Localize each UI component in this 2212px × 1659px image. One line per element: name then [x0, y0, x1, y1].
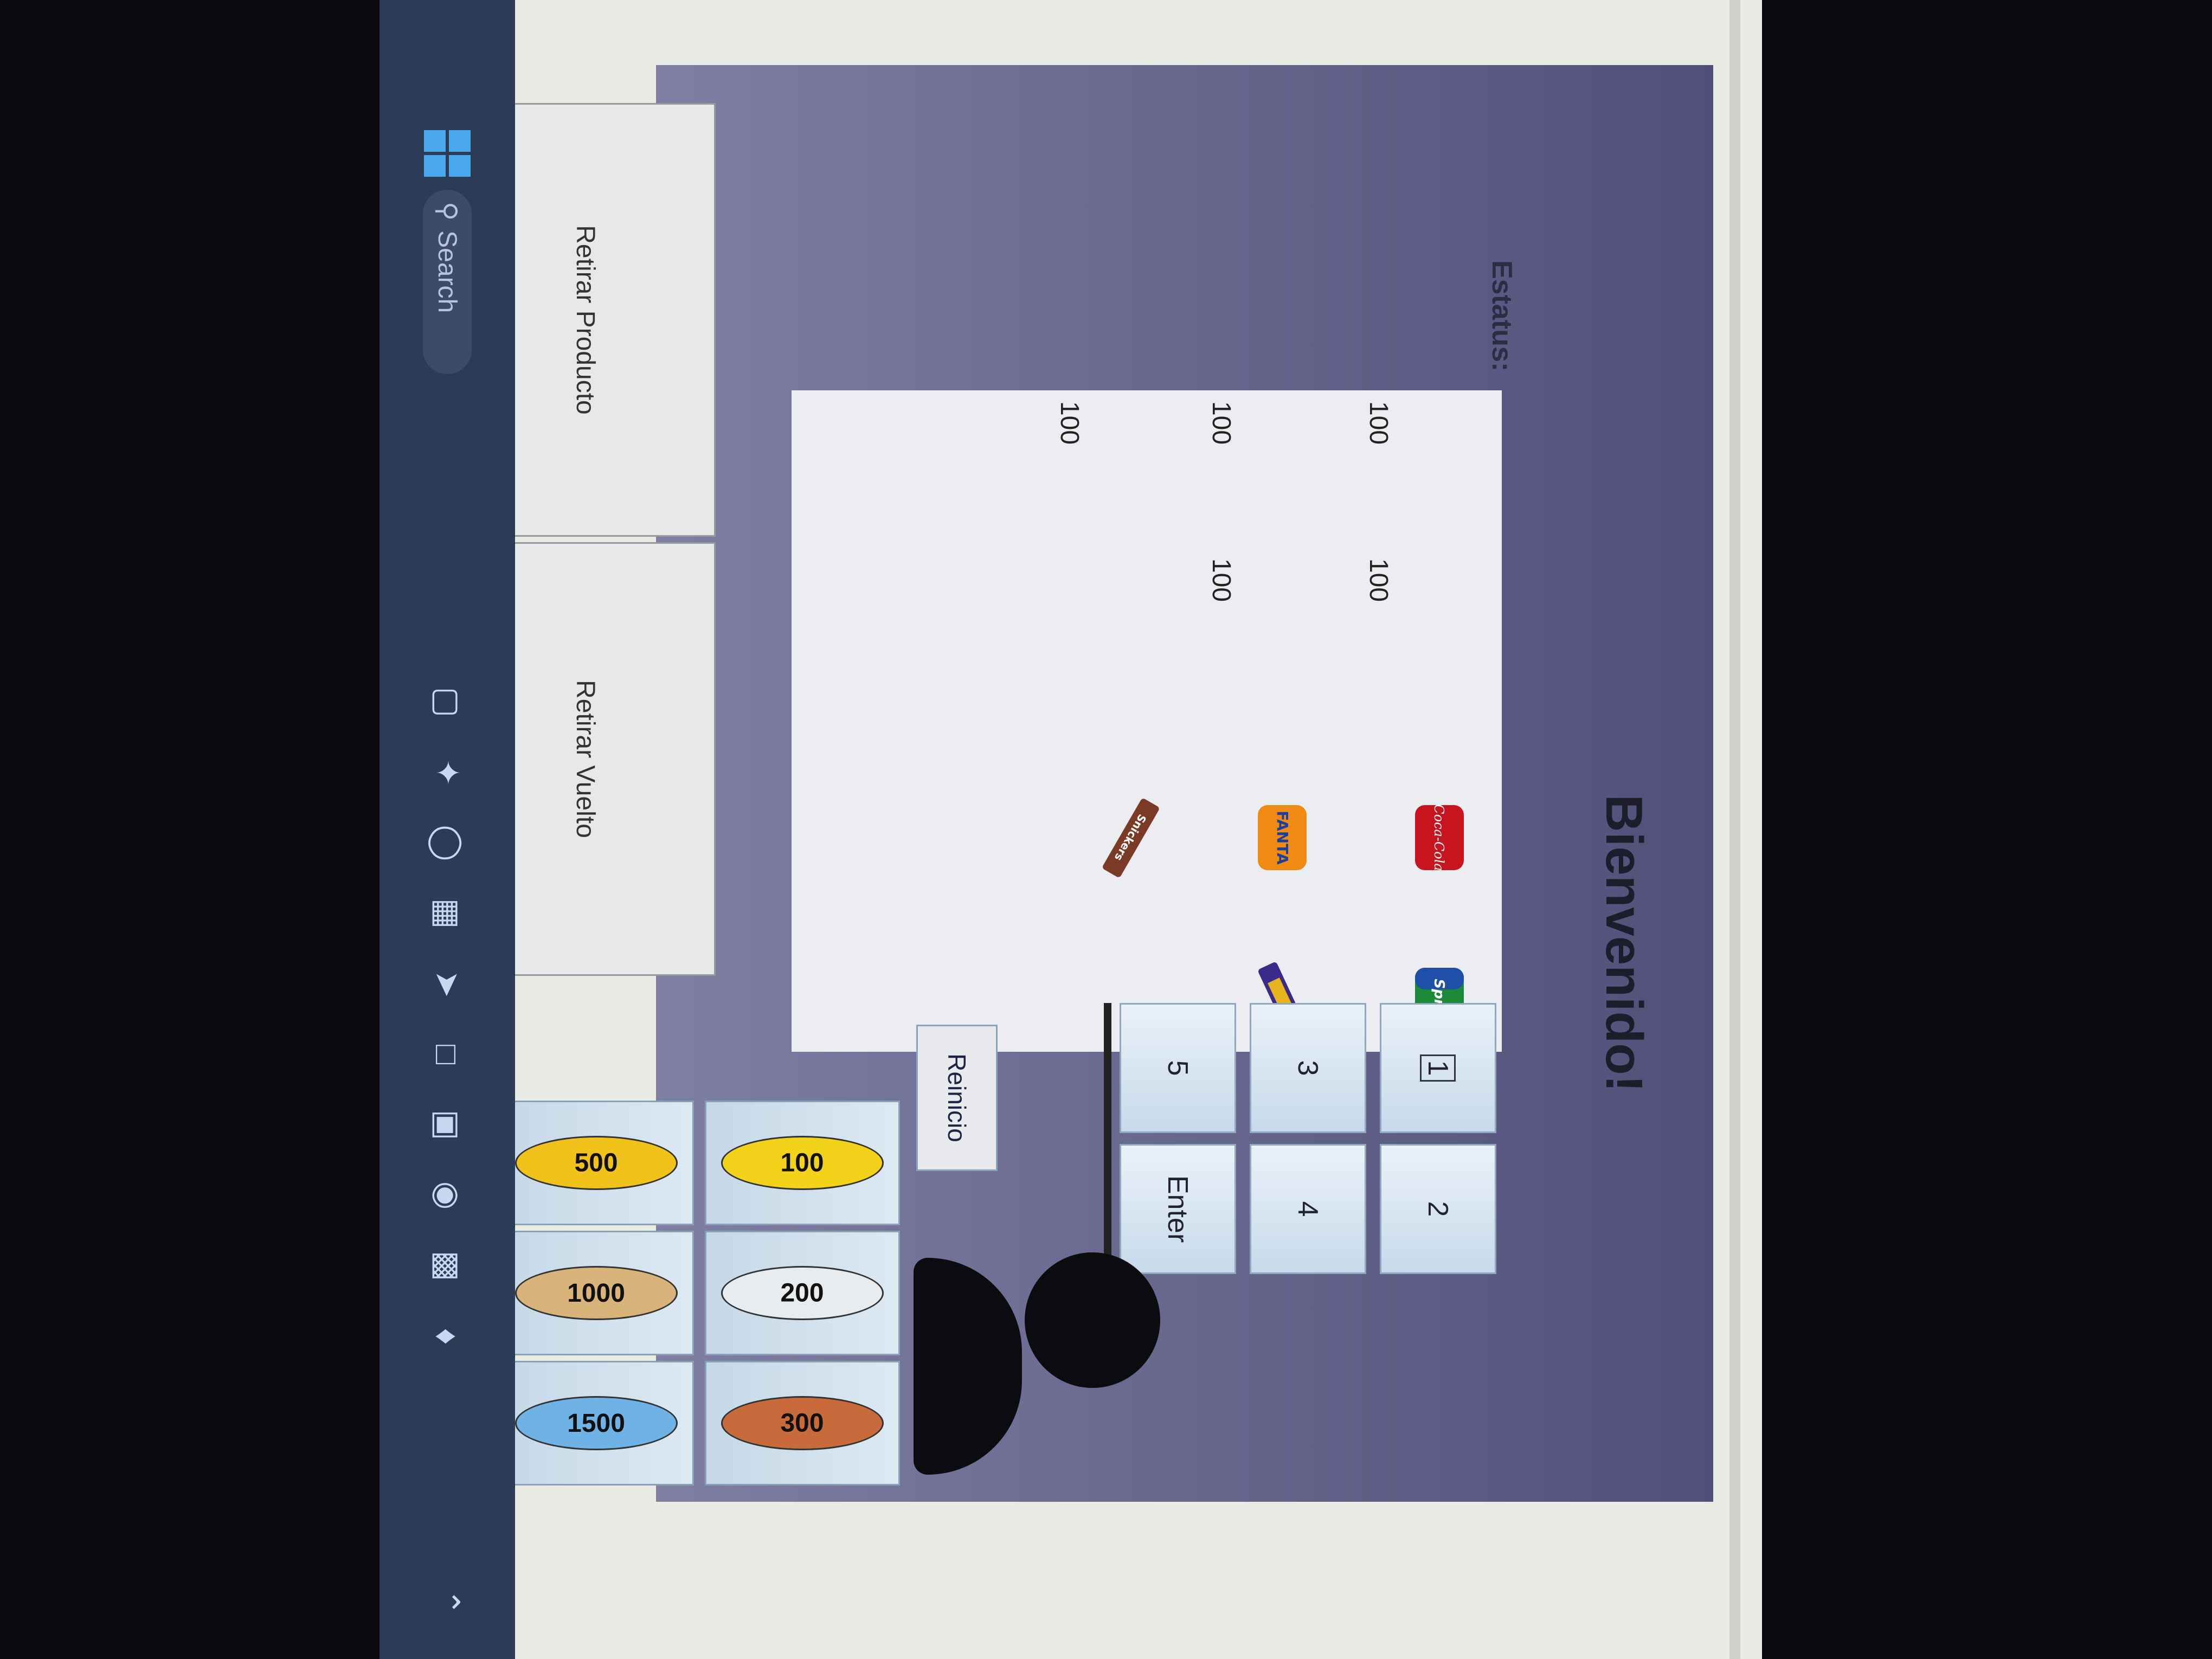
fanta-can-icon[interactable]: FANTA [1236, 792, 1328, 884]
key-label: Enter [1162, 1175, 1194, 1243]
search-icon: ⚲ [433, 202, 461, 221]
key-1[interactable]: 1 [1380, 1003, 1496, 1133]
coin-value: 100 [780, 1148, 825, 1178]
key-label: 2 [1422, 1201, 1454, 1217]
key-4[interactable]: 4 [1250, 1144, 1366, 1274]
window-top-edge [1729, 0, 1740, 1659]
vending-machine-window: Estatus: Bienvenido! Coca-Cola 100 Sprit… [380, 65, 1713, 1502]
screen: Estatus: Bienvenido! Coca-Cola 100 Sprit… [380, 0, 1762, 1659]
coin-icon: 100 [721, 1136, 884, 1190]
onenote-icon[interactable]: ▣ [417, 1095, 477, 1155]
search-label: Search [433, 230, 462, 313]
edge-icon[interactable]: ◯ [417, 813, 477, 873]
user-avatar-head-icon [1025, 1252, 1160, 1388]
store-icon[interactable]: ▦ [417, 884, 477, 943]
coin-icon: 1500 [515, 1396, 678, 1450]
key-label: 5 [1162, 1060, 1194, 1076]
coin-1500-button[interactable]: 1500 [499, 1361, 694, 1486]
product-count: 100 [1364, 558, 1393, 602]
windows-start-icon[interactable] [424, 130, 471, 177]
reinicio-button[interactable]: Reinicio [916, 1025, 998, 1171]
coin-value: 300 [780, 1409, 825, 1438]
chrome-icon[interactable]: ◉ [417, 1166, 477, 1225]
coin-panel: 100 200 300 500 1000 1500 [488, 1101, 900, 1491]
taskbar-search[interactable]: ⚲ Search [423, 190, 472, 374]
coin-icon: 300 [721, 1396, 884, 1450]
product-count: 100 [1055, 401, 1084, 445]
product-count: 100 [1207, 401, 1236, 445]
coin-1000-button[interactable]: 1000 [499, 1231, 694, 1355]
task-view-icon[interactable]: ▢ [417, 672, 477, 732]
coin-300-button[interactable]: 300 [705, 1361, 900, 1486]
svg-text:Coca-Cola: Coca-Cola [1431, 804, 1446, 871]
rotated-desktop: Estatus: Bienvenido! Coca-Cola 100 Sprit… [380, 0, 1762, 1659]
vscode-icon[interactable]: ➤ [417, 954, 477, 1014]
key-label: 3 [1292, 1060, 1324, 1076]
product-count: 100 [1207, 558, 1236, 602]
keypad: 1 2 3 4 5 Enter [1104, 1003, 1502, 1296]
key-5[interactable]: 5 [1120, 1003, 1236, 1133]
snickers-bar-icon[interactable]: Snickers [1084, 792, 1176, 884]
product-count: 100 [1364, 401, 1393, 445]
keypad-divider [1104, 1003, 1111, 1296]
coin-value: 1000 [567, 1278, 626, 1308]
welcome-title: Bienvenido! [1595, 794, 1653, 1092]
enter-button[interactable]: Enter [1120, 1144, 1236, 1274]
intellij-icon[interactable]: ▩ [417, 1236, 477, 1296]
svg-text:FANTA: FANTA [1274, 811, 1291, 865]
coca-cola-can-icon[interactable]: Coca-Cola [1393, 792, 1486, 884]
coin-value: 1500 [567, 1409, 626, 1438]
chevron-up-icon[interactable]: ⌃ [417, 1572, 477, 1632]
taskbar: ⚲ Search ▢ ✦ ◯ ▦ ➤ □ ▣ ◉ ▩ ♦ ⌃ [380, 0, 515, 1659]
key-3[interactable]: 3 [1250, 1003, 1366, 1133]
coin-icon: 200 [721, 1266, 884, 1320]
key-label: 4 [1292, 1201, 1324, 1217]
product-panel: Coca-Cola 100 Sprite 100 FANTA 100 [792, 390, 1502, 1052]
coin-value: 500 [574, 1148, 619, 1178]
key-2[interactable]: 2 [1380, 1144, 1496, 1274]
copilot-icon[interactable]: ✦ [417, 743, 477, 802]
coin-icon: 500 [515, 1136, 678, 1190]
coin-500-button[interactable]: 500 [499, 1101, 694, 1225]
key-label: 1 [1420, 1054, 1456, 1082]
status-label: Estatus: [1486, 260, 1517, 372]
file-explorer-icon[interactable]: □ [417, 1025, 477, 1084]
coin-icon: 1000 [515, 1266, 678, 1320]
coin-100-button[interactable]: 100 [705, 1101, 900, 1225]
java-app-icon[interactable]: ♦ [417, 1307, 477, 1366]
coin-200-button[interactable]: 200 [705, 1231, 900, 1355]
coin-value: 200 [780, 1278, 825, 1308]
